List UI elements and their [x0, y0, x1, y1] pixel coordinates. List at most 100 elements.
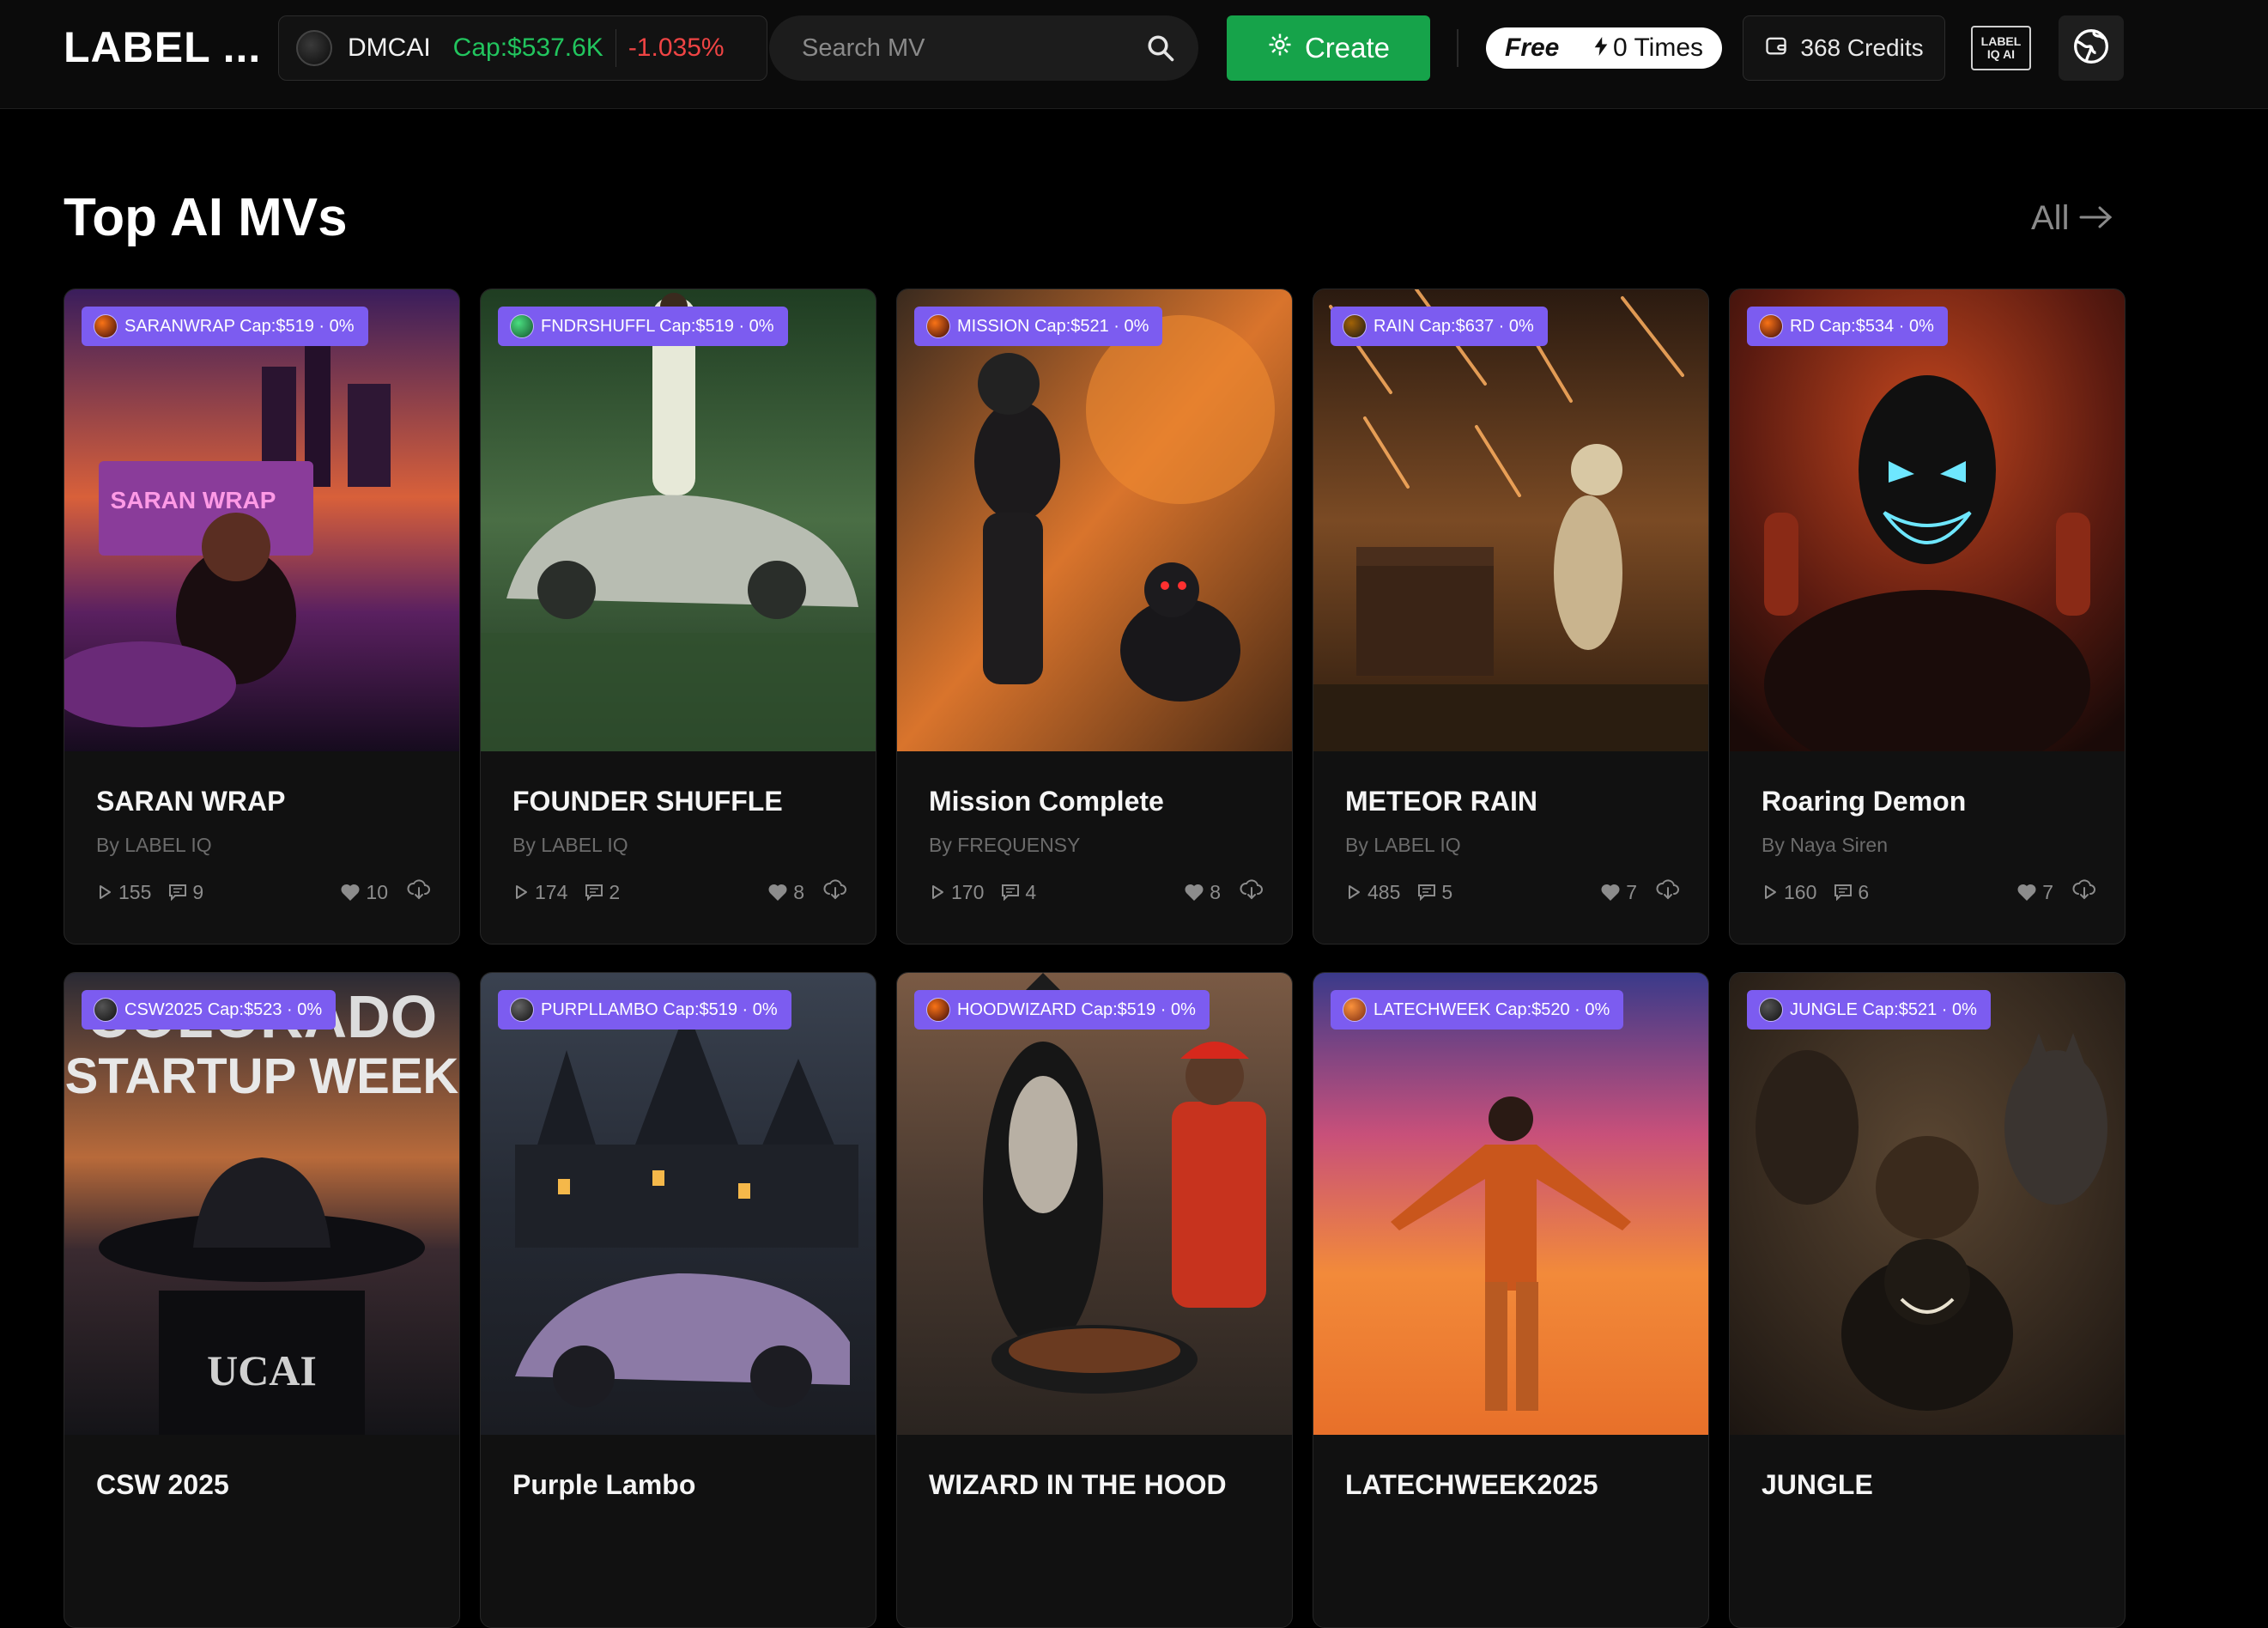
token-badge-avatar — [1759, 998, 1783, 1022]
comment-icon — [585, 884, 603, 901]
heart-icon — [2017, 884, 2036, 901]
mv-card[interactable]: HOODWIZARD Cap:$519 · 0% WIZARD IN THE H… — [896, 972, 1293, 1628]
heart-icon — [768, 884, 787, 901]
comment-icon — [1834, 884, 1853, 901]
mv-title[interactable]: WIZARD IN THE HOOD — [929, 1469, 1227, 1501]
mv-title[interactable]: Roaring Demon — [1762, 786, 1966, 817]
download-icon[interactable] — [1240, 879, 1264, 905]
token-badge[interactable]: RAIN Cap:$637 · 0% — [1331, 307, 1548, 346]
mv-title[interactable]: METEOR RAIN — [1345, 786, 1537, 817]
mv-title[interactable]: SARAN WRAP — [96, 786, 285, 817]
mv-thumbnail[interactable]: SARAN WRAP — [64, 289, 459, 751]
card-actions: 8 — [767, 879, 847, 905]
mv-thumbnail[interactable] — [897, 973, 1292, 1435]
mv-card[interactable]: PURPLLAMBO Cap:$519 · 0% Purple Lambo — [480, 972, 876, 1628]
like-button[interactable]: 10 — [340, 881, 388, 904]
like-button[interactable]: 8 — [767, 881, 804, 904]
mv-card[interactable]: LATECHWEEK Cap:$520 · 0% LATECHWEEK2025 — [1313, 972, 1709, 1628]
mv-thumbnail[interactable] — [1730, 973, 2125, 1435]
mv-author[interactable]: By Naya Siren — [1762, 834, 1888, 857]
wallet-icon — [1764, 33, 1788, 64]
token-badge[interactable]: PURPLLAMBO Cap:$519 · 0% — [498, 990, 791, 1030]
create-button-label: Create — [1304, 32, 1391, 64]
free-times-group: 0 Times — [1594, 33, 1703, 63]
search-icon[interactable] — [1145, 33, 1176, 68]
token-badge[interactable]: CSW2025 Cap:$523 · 0% — [82, 990, 337, 1030]
token-badge[interactable]: HOODWIZARD Cap:$519 · 0% — [914, 990, 1210, 1030]
mv-title[interactable]: FOUNDER SHUFFLE — [512, 786, 783, 817]
play-count: 155 — [96, 881, 151, 904]
mv-thumbnail[interactable] — [1313, 973, 1708, 1435]
token-badge[interactable]: RD Cap:$534 · 0% — [1747, 307, 1948, 346]
mv-stats: 170 4 8 — [929, 878, 1264, 906]
like-count-value: 8 — [1210, 880, 1221, 903]
heart-icon — [341, 884, 360, 901]
token-badge-label: JUNGLE Cap:$521 · 0% — [1790, 999, 1977, 1019]
site-logo[interactable]: LABEL ... — [64, 22, 261, 72]
comment-count-value: 5 — [1441, 880, 1453, 903]
mv-author[interactable]: By LABEL IQ — [512, 834, 628, 857]
mv-thumbnail[interactable] — [1730, 289, 2125, 751]
mv-title[interactable]: LATECHWEEK2025 — [1345, 1469, 1598, 1501]
mv-author[interactable]: By LABEL IQ — [1345, 834, 1461, 857]
create-button[interactable]: Create — [1227, 15, 1430, 81]
mv-title[interactable]: JUNGLE — [1762, 1469, 1873, 1501]
mv-card[interactable]: SARAN WRAP SARANWRAP Cap:$519 · 0% SARAN… — [64, 289, 460, 945]
like-button[interactable]: 8 — [1184, 881, 1221, 904]
mv-card[interactable]: FNDRSHUFFL Cap:$519 · 0% FOUNDER SHUFFLE… — [480, 289, 876, 945]
mv-title[interactable]: CSW 2025 — [96, 1469, 229, 1501]
token-badge[interactable]: LATECHWEEK Cap:$520 · 0% — [1331, 990, 1624, 1030]
token-badge[interactable]: SARANWRAP Cap:$519 · 0% — [82, 307, 368, 346]
token-badge[interactable]: JUNGLE Cap:$521 · 0% — [1747, 990, 1991, 1030]
like-button[interactable]: 7 — [2016, 881, 2053, 904]
heart-icon — [1601, 884, 1620, 901]
mv-title[interactable]: Mission Complete — [929, 786, 1164, 817]
mv-title[interactable]: Purple Lambo — [512, 1469, 695, 1501]
comment-icon — [169, 884, 187, 901]
comment-count-value: 9 — [192, 880, 204, 903]
mv-author[interactable]: By LABEL IQ — [96, 834, 212, 857]
play-count: 174 — [512, 881, 567, 904]
token-ticker[interactable]: DMCAI Cap:$537.6K -1.035% — [278, 15, 767, 81]
mv-thumbnail[interactable] — [481, 973, 876, 1435]
mv-thumbnail[interactable] — [897, 289, 1292, 751]
play-icon — [1765, 885, 1776, 899]
mv-thumbnail[interactable] — [481, 289, 876, 751]
label-iq-brand-badge[interactable]: LABEL IQ AI — [1971, 26, 2031, 70]
token-badge[interactable]: MISSION Cap:$521 · 0% — [914, 307, 1163, 346]
mv-thumbnail[interactable] — [1313, 289, 1708, 751]
mv-card[interactable]: MISSION Cap:$521 · 0% Mission Complete B… — [896, 289, 1293, 945]
lightning-icon — [1594, 33, 1608, 63]
mv-stats: 174 2 8 — [512, 878, 847, 906]
download-icon[interactable] — [407, 879, 431, 905]
token-price-change: -1.035% — [628, 33, 725, 62]
mv-card[interactable]: RAIN Cap:$637 · 0% METEOR RAIN By LABEL … — [1313, 289, 1709, 945]
token-badge-label: HOODWIZARD Cap:$519 · 0% — [957, 999, 1196, 1019]
token-badge[interactable]: FNDRSHUFFL Cap:$519 · 0% — [498, 307, 788, 346]
view-all-link[interactable]: All — [2031, 199, 2113, 238]
mv-thumbnail[interactable]: COLORADO STARTUP WEEK UCAI — [64, 973, 459, 1435]
free-uses-pill[interactable]: Free 0 Times — [1486, 27, 1722, 69]
free-times-count: 0 Times — [1612, 33, 1703, 62]
heart-icon — [1185, 884, 1204, 901]
mv-card[interactable]: COLORADO STARTUP WEEK UCAI CSW2025 Cap:$… — [64, 972, 460, 1628]
token-badge-avatar — [1343, 998, 1367, 1022]
card-actions: 8 — [1184, 879, 1264, 905]
play-count: 160 — [1762, 881, 1816, 904]
like-count-value: 8 — [793, 880, 804, 903]
search-input[interactable] — [800, 33, 1138, 64]
download-icon[interactable] — [1656, 879, 1680, 905]
download-icon[interactable] — [2072, 879, 2096, 905]
token-badge-label: RD Cap:$534 · 0% — [1790, 316, 1934, 336]
mv-author[interactable]: By FREQUENSY — [929, 834, 1080, 857]
comment-count-value: 2 — [609, 880, 621, 903]
language-button[interactable] — [2059, 15, 2124, 81]
download-icon[interactable] — [823, 879, 847, 905]
mv-card[interactable]: RD Cap:$534 · 0% Roaring Demon By Naya S… — [1729, 289, 2125, 945]
token-badge-avatar — [1343, 314, 1367, 338]
svg-text:SARAN WRAP: SARAN WRAP — [111, 487, 276, 513]
like-button[interactable]: 7 — [1600, 881, 1637, 904]
play-count-value: 485 — [1367, 880, 1401, 903]
credits-button[interactable]: 368 Credits — [1743, 15, 1945, 81]
mv-card[interactable]: JUNGLE Cap:$521 · 0% JUNGLE — [1729, 972, 2125, 1628]
